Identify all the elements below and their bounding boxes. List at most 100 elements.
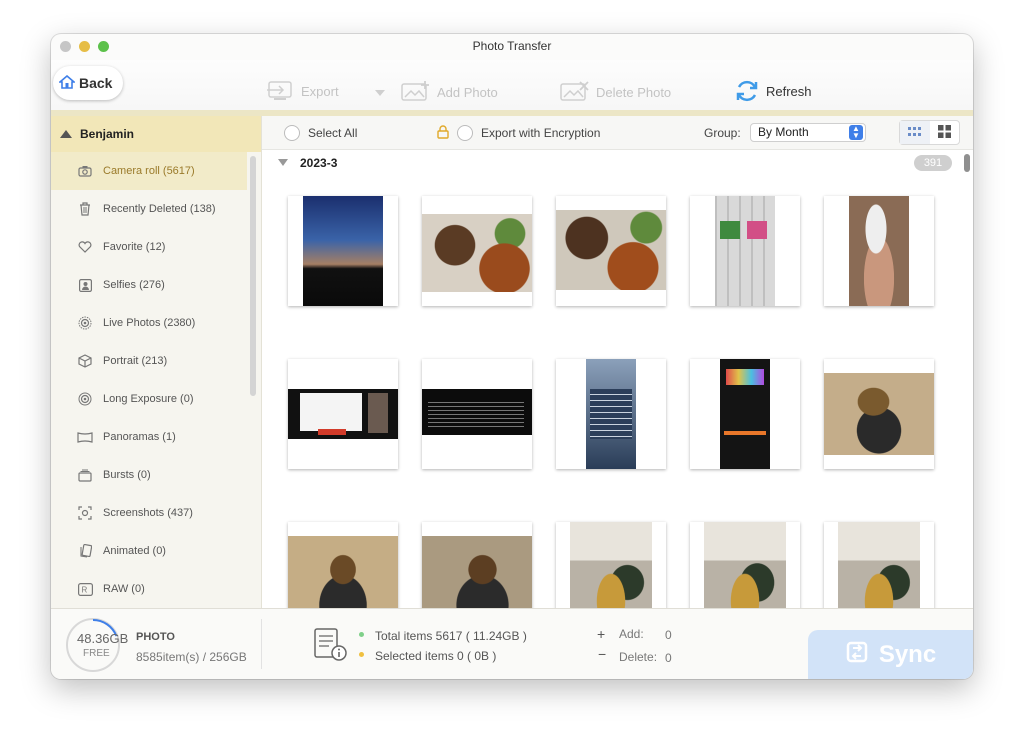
sidebar-item[interactable]: Screenshots (437) — [51, 494, 261, 532]
select-arrows-icon: ▲ ▼ — [849, 125, 863, 140]
export-encryption-label: Export with Encryption — [481, 126, 601, 140]
sidebar-item-label: Live Photos (2380) — [103, 317, 196, 329]
add-photo-button[interactable]: Add Photo — [399, 80, 498, 104]
export-icon — [265, 80, 295, 102]
delete-photo-button[interactable]: Delete Photo — [558, 80, 671, 104]
select-all-checkbox[interactable] — [284, 125, 300, 141]
burst-icon — [77, 467, 93, 483]
sync-label: Sync — [878, 641, 937, 668]
photo-thumbnail[interactable] — [288, 522, 398, 608]
photo-thumbnail[interactable] — [690, 196, 800, 306]
photo-thumbnail[interactable] — [422, 522, 532, 608]
photo-thumbnail[interactable] — [690, 522, 800, 608]
sidebar-item-label: Long Exposure (0) — [103, 393, 194, 405]
zoom-window-button[interactable] — [98, 41, 109, 52]
file-info-icon — [313, 627, 349, 666]
photo-thumbnail[interactable] — [690, 359, 800, 469]
large-grid-view-button[interactable] — [930, 121, 960, 144]
photo-thumbnail[interactable] — [422, 359, 532, 469]
category-label: PHOTO — [136, 631, 175, 643]
photo-scrollbar[interactable] — [964, 154, 970, 172]
total-items-text: Total items 5617 ( 11.24GB ) — [375, 629, 527, 643]
sidebar-item-label: Camera roll (5617) — [103, 165, 195, 177]
sync-button[interactable]: Sync — [808, 630, 973, 679]
cube-icon — [77, 353, 93, 369]
refresh-icon — [734, 78, 760, 104]
app-window: Photo Transfer Back Export Add Photo Del… — [51, 34, 973, 679]
back-label: Back — [79, 75, 113, 91]
photo-panel: Select All Export with Encryption Group:… — [262, 116, 973, 608]
sidebar-item[interactable]: Panoramas (1) — [51, 418, 261, 456]
sidebar-item-label: Bursts (0) — [103, 469, 151, 481]
minus-icon: − — [598, 646, 607, 662]
sidebar-item[interactable]: Long Exposure (0) — [51, 380, 261, 418]
sidebar-item[interactable]: Live Photos (2380) — [51, 304, 261, 342]
photo-thumbnail[interactable] — [422, 196, 532, 306]
photo-thumbnail[interactable] — [556, 522, 666, 608]
delete-count-label: Delete: — [619, 650, 658, 664]
small-grid-icon — [907, 126, 922, 140]
sidebar-item[interactable]: Animated (0) — [51, 532, 261, 570]
back-button[interactable]: Back — [53, 66, 123, 100]
large-grid-icon — [937, 124, 951, 141]
status-bar: 48.36GB FREE PHOTO 8585item(s) / 256GB T… — [51, 608, 973, 679]
refresh-button[interactable]: Refresh — [734, 78, 812, 104]
photo-thumbnail[interactable] — [556, 359, 666, 469]
total-dot-icon — [359, 632, 364, 637]
sidebar-scrollbar[interactable] — [250, 156, 256, 396]
selected-items-text: Selected items 0 ( 0B ) — [375, 649, 497, 663]
add-count-value: 0 — [665, 628, 672, 642]
photo-thumbnail[interactable] — [824, 359, 934, 469]
minimize-window-button[interactable] — [79, 41, 90, 52]
sidebar-item-label: Recently Deleted (138) — [103, 203, 216, 215]
sidebar-item[interactable]: Recently Deleted (138) — [51, 190, 261, 228]
sidebar-item-label: Portrait (213) — [103, 355, 168, 367]
small-grid-view-button[interactable] — [900, 121, 930, 144]
device-header[interactable]: Benjamin — [51, 116, 261, 152]
sidebar: Benjamin Camera roll (5617) Recently Dele… — [51, 116, 262, 608]
lock-icon — [436, 125, 450, 142]
sidebar-item-label: Screenshots (437) — [103, 507, 193, 519]
photo-thumbnail[interactable] — [288, 196, 398, 306]
sidebar-item[interactable]: Camera roll (5617) — [51, 152, 247, 190]
sidebar-item-label: RAW (0) — [103, 583, 145, 595]
month-collapse-triangle-icon[interactable] — [278, 159, 288, 166]
photo-thumbnail[interactable] — [824, 196, 934, 306]
sidebar-item-label: Favorite (12) — [103, 241, 166, 253]
window-title: Photo Transfer — [472, 39, 552, 53]
export-button[interactable]: Export — [265, 80, 339, 102]
sidebar-item[interactable]: Selfies (276) — [51, 266, 261, 304]
sidebar-item-label: Animated (0) — [103, 545, 166, 557]
sidebar-item-label: Panoramas (1) — [103, 431, 176, 443]
sidebar-item[interactable]: R RAW (0) — [51, 570, 261, 608]
delete-count-value: 0 — [665, 651, 672, 665]
raw-icon: R — [77, 581, 93, 597]
filter-bar: Select All Export with Encryption Group:… — [262, 116, 973, 150]
album-list: Camera roll (5617) Recently Deleted (138)… — [51, 152, 261, 608]
delete-photo-icon — [558, 80, 590, 104]
sidebar-item[interactable]: Favorite (12) — [51, 228, 261, 266]
delete-photo-label: Delete Photo — [596, 84, 672, 100]
selected-dot-icon — [359, 652, 364, 657]
home-icon — [57, 74, 77, 92]
photo-thumbnail[interactable] — [288, 359, 398, 469]
sidebar-item[interactable]: Bursts (0) — [51, 456, 261, 494]
view-toggle — [899, 120, 960, 145]
collapse-triangle-icon[interactable] — [60, 130, 72, 138]
sidebar-item[interactable]: Portrait (213) — [51, 342, 261, 380]
add-photo-label: Add Photo — [437, 84, 498, 100]
status-divider — [261, 619, 262, 669]
usage-text: 8585item(s) / 256GB — [136, 650, 247, 664]
long-exposure-icon — [77, 391, 93, 407]
photo-thumbnail[interactable] — [556, 196, 666, 306]
photo-thumbnail[interactable] — [824, 522, 934, 608]
plus-icon: + — [597, 626, 606, 642]
export-dropdown-arrow-icon[interactable] — [375, 90, 385, 96]
close-window-button[interactable] — [60, 41, 71, 52]
export-encryption-checkbox[interactable] — [457, 125, 473, 141]
title-bar: Photo Transfer — [51, 34, 973, 60]
group-select[interactable]: By Month ▲ ▼ — [750, 123, 866, 142]
toolbar: Back Export Add Photo Delete Photo Refre… — [51, 60, 973, 116]
month-count-badge: 391 — [914, 155, 952, 171]
add-count-label: Add: — [619, 627, 644, 641]
